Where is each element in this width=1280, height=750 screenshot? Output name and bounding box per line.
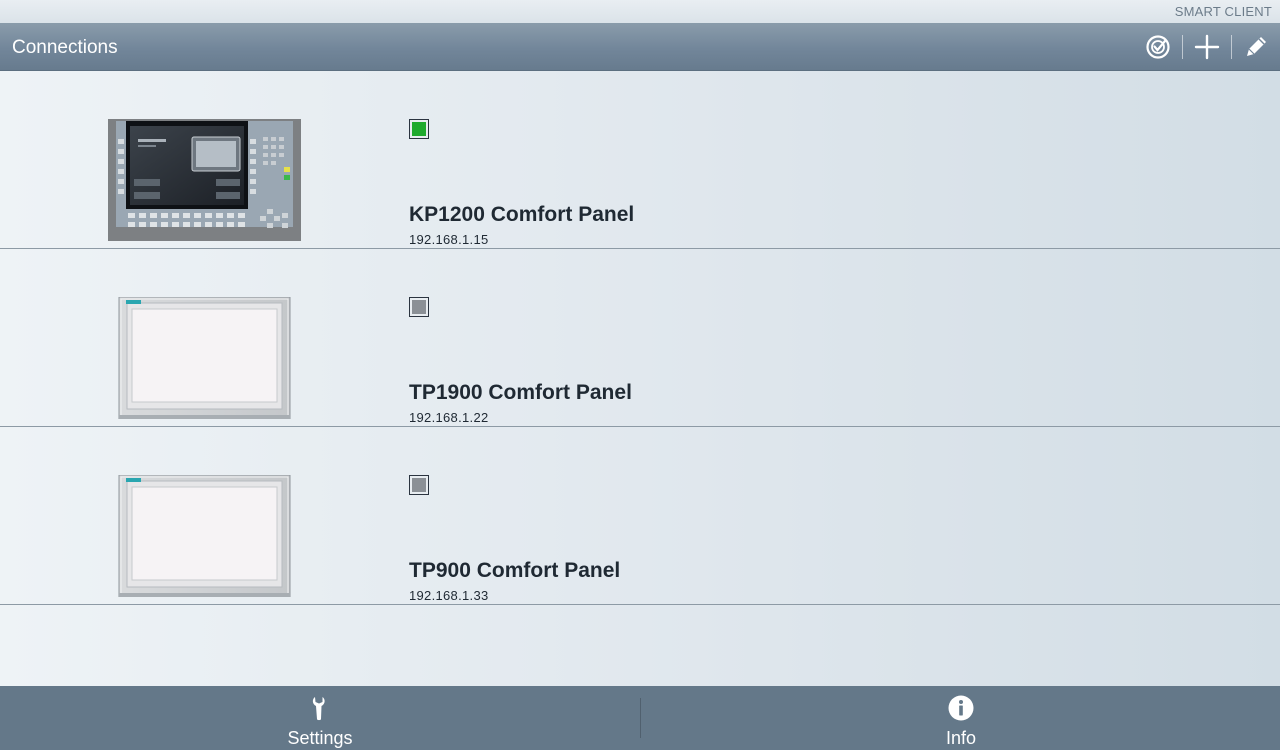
connection-name: TP1900 Comfort Panel (409, 381, 632, 404)
connect-check-icon (1146, 35, 1170, 59)
touchpanel-device-image (118, 297, 291, 419)
toolbar-separator (1182, 35, 1183, 59)
app-brand: SMART CLIENT (1174, 4, 1272, 19)
wrench-icon (312, 697, 325, 721)
connection-name: KP1200 Comfort Panel (409, 203, 635, 226)
connection-status-indicator (409, 119, 429, 139)
edit-connections-button[interactable] (1236, 23, 1276, 71)
connection-name: TP900 Comfort Panel (409, 559, 621, 582)
connection-row-tp900[interactable]: TP900 Comfort Panel 192.168.1.33 (0, 427, 1280, 605)
connection-status-indicator (409, 475, 429, 495)
connection-list: KP1200 Comfort Panel 192.168.1.15 TP1900… (0, 71, 1280, 605)
add-connection-button[interactable] (1187, 23, 1227, 71)
connect-button[interactable] (1138, 23, 1178, 71)
settings-label: Settings (287, 728, 353, 748)
pencil-icon (1247, 37, 1266, 56)
bottom-navigation-bar: Settings Info (0, 686, 1280, 750)
app-banner: SMART CLIENT (0, 0, 1280, 23)
connection-ip: 192.168.1.15 (409, 232, 489, 247)
connection-row-kp1200[interactable]: KP1200 Comfort Panel 192.168.1.15 (0, 71, 1280, 249)
touchpanel-device-image (118, 475, 291, 597)
page-title: Connections (12, 37, 118, 58)
connection-status-indicator (409, 297, 429, 317)
info-icon (948, 695, 974, 721)
connection-ip: 192.168.1.33 (409, 588, 489, 603)
connection-ip: 192.168.1.22 (409, 410, 489, 425)
info-label: Info (945, 728, 977, 748)
keypanel-device-image (108, 119, 301, 241)
connection-row-tp1900[interactable]: TP1900 Comfort Panel 192.168.1.22 (0, 249, 1280, 427)
info-button[interactable]: Info (641, 686, 1280, 750)
top-toolbar: Connections (0, 23, 1280, 71)
toolbar-separator (1231, 35, 1232, 59)
plus-icon (1194, 34, 1220, 60)
settings-button[interactable]: Settings (0, 686, 640, 750)
